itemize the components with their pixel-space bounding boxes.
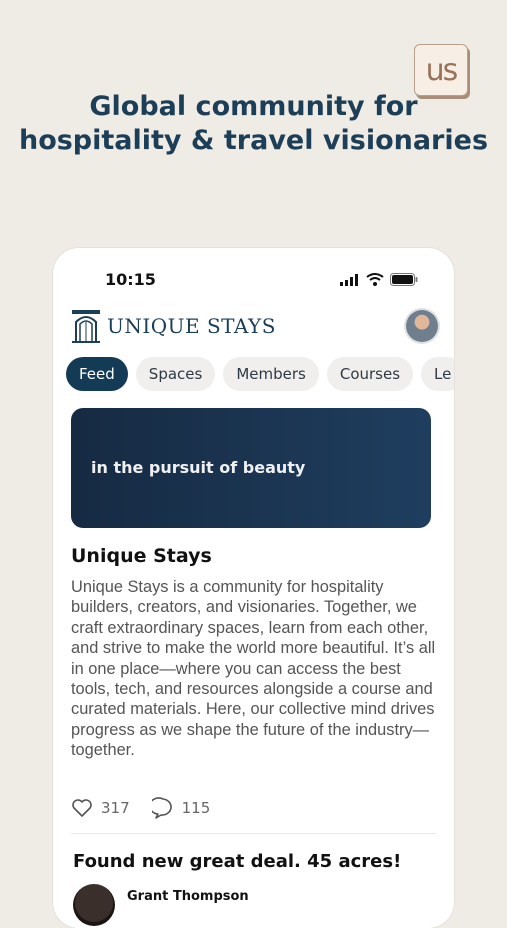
comment-count: 115 [181, 799, 211, 817]
hero-text: in the pursuit of beauty [91, 458, 306, 477]
brand-name: UNIQUE STAYS [107, 314, 276, 338]
tab-spaces[interactable]: Spaces [135, 357, 216, 391]
post-reactions: 317 115 [71, 797, 210, 819]
tab-members[interactable]: Members [223, 357, 319, 391]
headline-line-2: hospitality & travel visionaries [18, 125, 489, 156]
signal-icon [340, 273, 358, 286]
post-body: Unique Stays is a community for hospital… [71, 578, 436, 760]
app-logo: us [414, 44, 468, 96]
like-count: 317 [101, 799, 130, 817]
door-logo-icon [72, 310, 100, 343]
battery-icon [390, 273, 418, 286]
brand-logo[interactable]: UNIQUE STAYS [71, 308, 276, 344]
comment-icon[interactable] [151, 797, 174, 819]
phone-frame: 10:15 UNIQUE STAYS Feed Spaces Members C… [53, 248, 454, 928]
profile-avatar[interactable] [406, 310, 438, 342]
tab-learn[interactable]: Le [421, 357, 454, 391]
post-title-2[interactable]: Found new great deal. 45 acres! [73, 851, 401, 872]
post-divider [71, 833, 436, 834]
author-name[interactable]: Grant Thompson [127, 889, 249, 904]
heart-icon[interactable] [71, 798, 93, 818]
tab-feed[interactable]: Feed [66, 357, 128, 391]
wifi-icon [366, 273, 384, 286]
status-icons [340, 273, 418, 286]
tab-bar: Feed Spaces Members Courses Le [66, 357, 454, 391]
author-avatar[interactable] [73, 884, 115, 926]
post-title[interactable]: Unique Stays [71, 545, 212, 567]
hero-banner[interactable]: in the pursuit of beauty [71, 408, 431, 528]
app-logo-text: us [425, 52, 459, 88]
post-author[interactable]: Grant Thompson [73, 884, 249, 926]
headline: Global community for hospitality & trave… [0, 90, 507, 158]
status-time: 10:15 [105, 270, 156, 289]
tab-courses[interactable]: Courses [326, 357, 414, 391]
headline-line-1: Global community for [89, 91, 418, 122]
